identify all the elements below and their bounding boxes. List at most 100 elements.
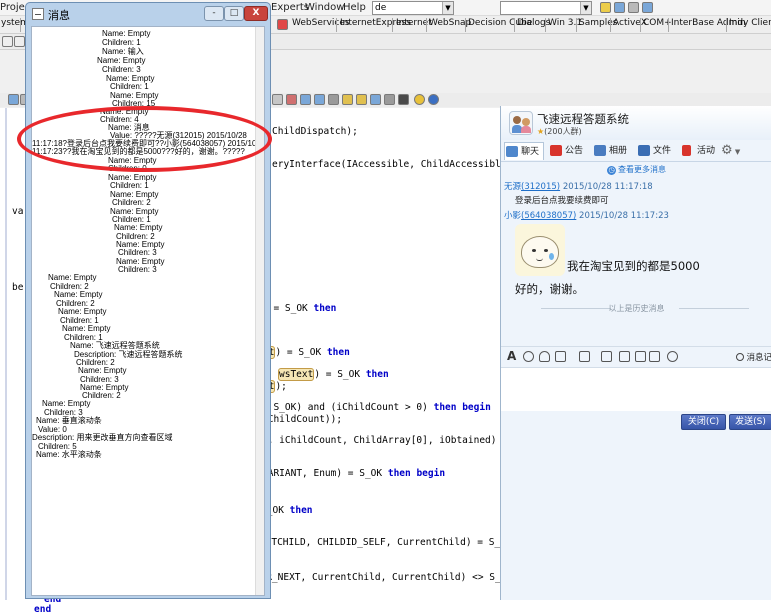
close-button[interactable]: 关闭(C)	[681, 414, 726, 430]
palette-tab[interactable]: Samples	[579, 18, 617, 28]
font-icon[interactable]: A	[507, 349, 516, 363]
align-icon[interactable]	[14, 36, 25, 47]
code-keyword: end	[34, 604, 52, 615]
tab-label: 活动	[697, 146, 716, 156]
tree-line: Name: Empty	[78, 366, 127, 375]
mic-icon[interactable]	[601, 351, 612, 362]
scissors-icon[interactable]	[649, 351, 660, 362]
toolbar-icon[interactable]	[384, 94, 395, 105]
toolbar-icon[interactable]	[8, 94, 19, 105]
maximize-button[interactable]: □	[224, 6, 244, 21]
align-icon[interactable]	[2, 36, 13, 47]
photo-album-icon	[594, 145, 606, 156]
toolbar-icon[interactable]	[272, 94, 283, 105]
vertical-scrollbar[interactable]	[255, 27, 264, 595]
sender-id[interactable]: (312015)	[521, 182, 560, 192]
tree-line: Name: Empty	[58, 307, 107, 316]
toolbar-icon[interactable]	[328, 94, 339, 105]
toolbar-icon[interactable]	[286, 94, 297, 105]
app-icon	[32, 8, 44, 20]
tree-line: Children: 1	[102, 38, 141, 47]
tree-line: Children: 1	[110, 181, 149, 190]
code-gutter	[5, 108, 7, 600]
stop-icon[interactable]	[277, 19, 288, 30]
toolbar-icon[interactable]	[398, 94, 409, 105]
tree-line: Children: 3	[118, 265, 157, 274]
code-token: = S_OK) and (iChildCount > 0)	[262, 402, 434, 413]
toolbar-icon[interactable]	[356, 94, 367, 105]
toolbar-icon[interactable]	[370, 94, 381, 105]
sender-id[interactable]: (564038057)	[521, 211, 576, 221]
tab-chat[interactable]: 聊天	[504, 142, 545, 160]
code-keyword: then	[326, 347, 350, 358]
code-keyword: then begin	[387, 468, 446, 479]
ide-combo-value: de	[375, 3, 387, 13]
sender-name[interactable]: 小影	[504, 211, 521, 221]
tab-files[interactable]: 文件	[637, 142, 671, 160]
code-line: xt) = S_OK then	[262, 346, 350, 359]
member-count-text: (200人群)	[544, 127, 582, 136]
group-chat-window: 飞速远程答题系统 ★(200人群) 聊天 公告 相册 文件 活动 ⚙ ▼ ◷ 查看…	[500, 106, 771, 600]
message-input[interactable]	[501, 367, 771, 411]
rewind-icon[interactable]	[539, 351, 550, 362]
folder-icon	[638, 145, 650, 156]
video-icon[interactable]	[555, 351, 566, 362]
toolbar-icon[interactable]	[642, 2, 653, 13]
message-record-label: 消息记	[746, 353, 771, 363]
menu-item[interactable]: Experts	[271, 2, 309, 13]
group-name[interactable]: 飞速远程答题系统	[537, 111, 629, 127]
palette-tab[interactable]: ActiveX	[613, 18, 647, 28]
code-token: ) = S_OK	[275, 347, 327, 358]
upload-icon[interactable]	[619, 351, 630, 362]
close-button[interactable]: X	[244, 6, 268, 21]
chevron-down-icon[interactable]: ▼	[442, 2, 453, 14]
help-icon[interactable]	[428, 94, 439, 105]
emoji-icon[interactable]	[523, 351, 534, 362]
more-icon[interactable]	[667, 351, 678, 362]
toolbar-icon[interactable]	[628, 2, 639, 13]
message-text: 登录后台点我要续费即可	[515, 196, 609, 206]
settings-menu[interactable]: ⚙ ▼	[721, 142, 740, 160]
toolbar-icon[interactable]	[600, 2, 611, 13]
accessibility-tree-text[interactable]: Name: Empty Children: 1 Name: 输入 Name: Empt…	[31, 26, 265, 596]
code-line: ) = S_OK then	[262, 303, 336, 314]
toolbar-icon[interactable]	[342, 94, 353, 105]
lightbulb-icon[interactable]	[414, 94, 425, 105]
toolbar-icon[interactable]	[614, 2, 625, 13]
menu-item[interactable]: Help	[343, 2, 366, 13]
code-token: );	[275, 381, 287, 392]
ide-combo-box-2[interactable]: ▼	[500, 1, 592, 15]
group-avatar[interactable]	[509, 111, 533, 135]
clock-icon: ◷	[607, 166, 616, 175]
music-icon[interactable]	[635, 351, 646, 362]
sender-name[interactable]: 无源	[504, 182, 521, 192]
chat-header: 飞速远程答题系统 ★(200人群)	[501, 106, 771, 140]
message-window-title: 消息	[48, 9, 70, 22]
message-time: 2015/10/28 11:17:18	[562, 182, 653, 192]
ide-combo-box[interactable]: de ▼	[372, 1, 454, 15]
code-keyword: then	[289, 505, 313, 516]
chevron-down-icon: ▼	[732, 148, 741, 156]
code-token: wsText	[278, 368, 315, 381]
palette-tab[interactable]: Indy Clients	[729, 18, 771, 28]
image-icon[interactable]	[579, 351, 590, 362]
message-record-button[interactable]: 消息记	[736, 351, 771, 363]
tab-announcement[interactable]: 公告	[549, 142, 583, 160]
toolbar-icon[interactable]	[314, 94, 325, 105]
tab-album[interactable]: 相册	[593, 142, 627, 160]
code-keyword: then	[313, 303, 337, 314]
menu-item[interactable]: Window	[305, 2, 344, 13]
crying-sticker-icon[interactable]	[515, 224, 565, 276]
gear-icon: ⚙	[721, 143, 733, 158]
code-line: be	[12, 282, 23, 293]
message-window-titlebar[interactable]: 消息 - □ X	[26, 3, 270, 25]
send-button[interactable]: 发送(S)	[729, 414, 771, 430]
minimize-button[interactable]: -	[204, 6, 224, 21]
tab-activity[interactable]: 活动	[681, 142, 715, 160]
tree-line: Children: 3	[118, 248, 157, 257]
view-more-messages-link[interactable]: ◷ 查看更多消息	[501, 164, 771, 175]
chevron-down-icon[interactable]: ▼	[580, 2, 591, 14]
toolbar-icon[interactable]	[300, 94, 311, 105]
tree-line: Name: Empty	[102, 29, 151, 38]
code-line: ChildDispatch);	[272, 126, 358, 137]
